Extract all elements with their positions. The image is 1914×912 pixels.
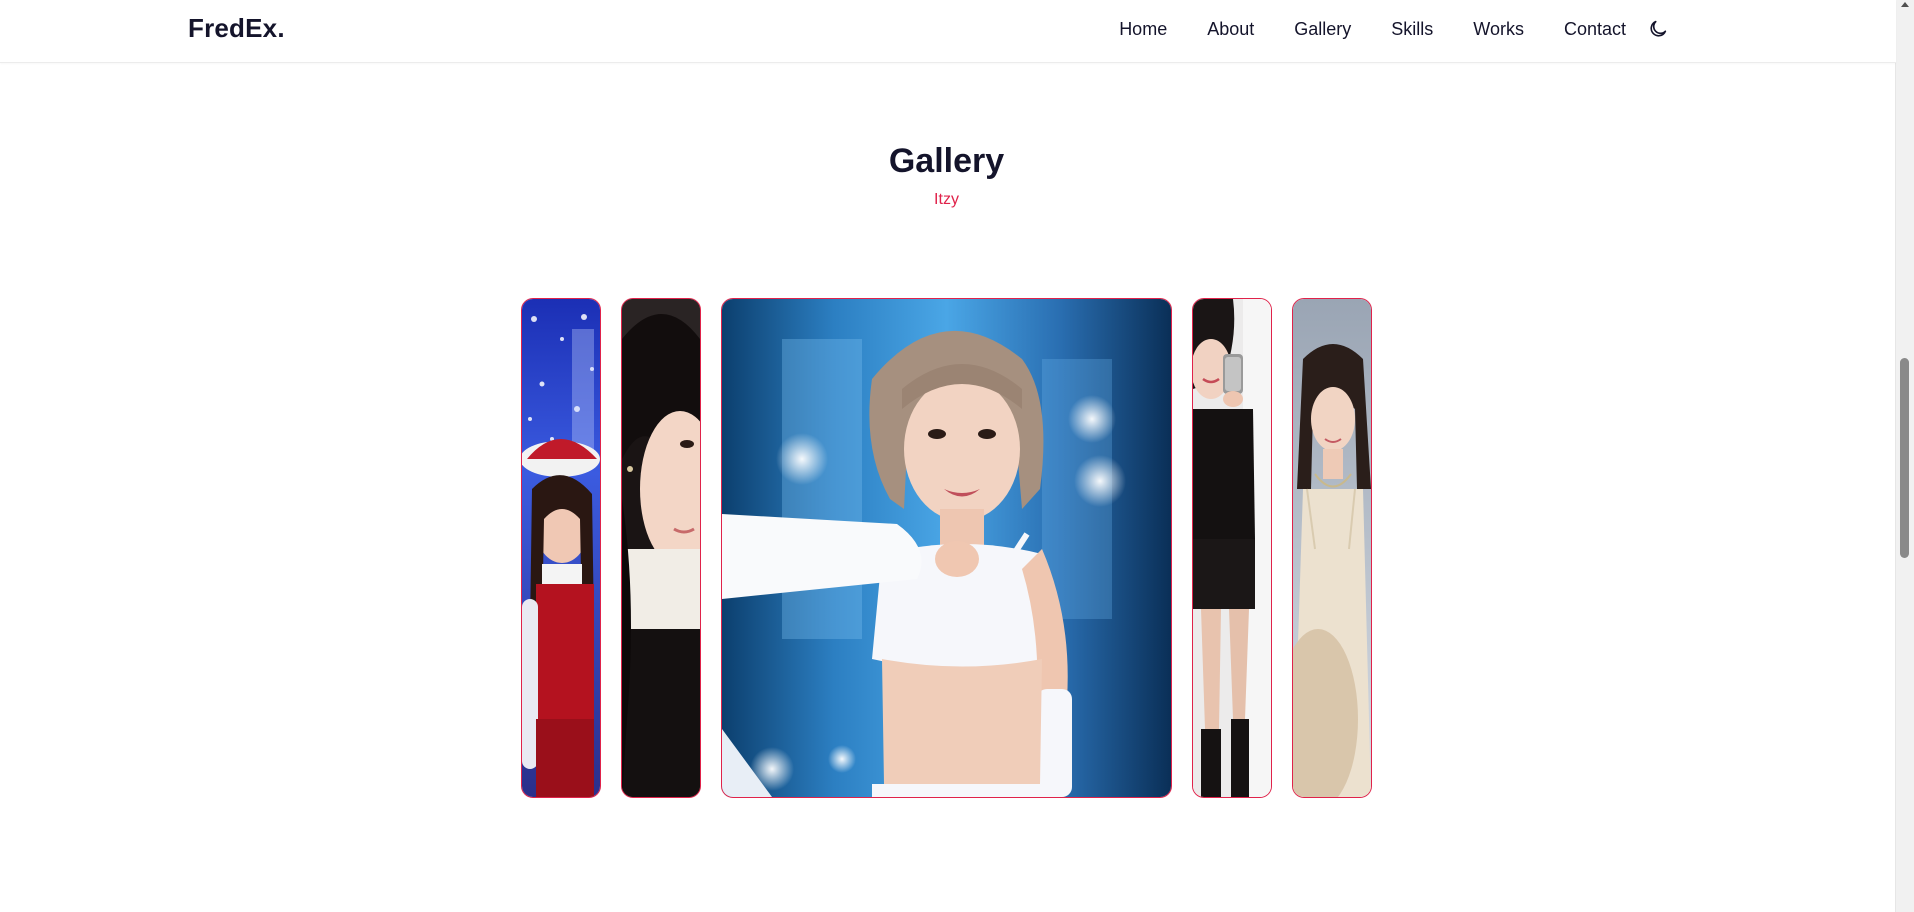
photo-satin-dress: [1293, 299, 1371, 797]
scrollbar-thumb[interactable]: [1900, 358, 1909, 558]
scroll-up-arrow-icon[interactable]: [1901, 2, 1909, 7]
nav-gallery[interactable]: Gallery: [1294, 19, 1351, 40]
gallery-card-mirror-selfie[interactable]: [1192, 298, 1272, 798]
photo-mirror-selfie: [1193, 299, 1271, 797]
page-viewport: FredEx. Home About Gallery Skills Works …: [0, 0, 1914, 912]
nav-skills[interactable]: Skills: [1391, 19, 1433, 40]
photo-closeup: [622, 299, 700, 797]
gallery-card-christmas[interactable]: [521, 298, 601, 798]
gallery-strip: [0, 298, 1893, 800]
nav-about[interactable]: About: [1207, 19, 1254, 40]
nav-home[interactable]: Home: [1119, 19, 1167, 40]
site-logo[interactable]: FredEx.: [188, 13, 285, 44]
site-header: FredEx. Home About Gallery Skills Works …: [0, 0, 1896, 63]
nav-contact[interactable]: Contact: [1564, 19, 1626, 40]
gallery-subtitle: Itzy: [934, 191, 959, 208]
gallery-card-closeup[interactable]: [621, 298, 701, 798]
gallery-card-satin-dress[interactable]: [1292, 298, 1372, 798]
gallery-title: Gallery: [888, 142, 1005, 180]
photo-stage: [722, 299, 1171, 797]
gallery-card-stage[interactable]: [721, 298, 1172, 798]
nav-works[interactable]: Works: [1473, 19, 1524, 40]
main-nav: Home About Gallery Skills Works Contact: [1079, 0, 1670, 58]
photo-christmas: [522, 299, 600, 797]
moon-icon[interactable]: [1646, 17, 1670, 41]
page-scrollbar[interactable]: [1895, 0, 1914, 912]
